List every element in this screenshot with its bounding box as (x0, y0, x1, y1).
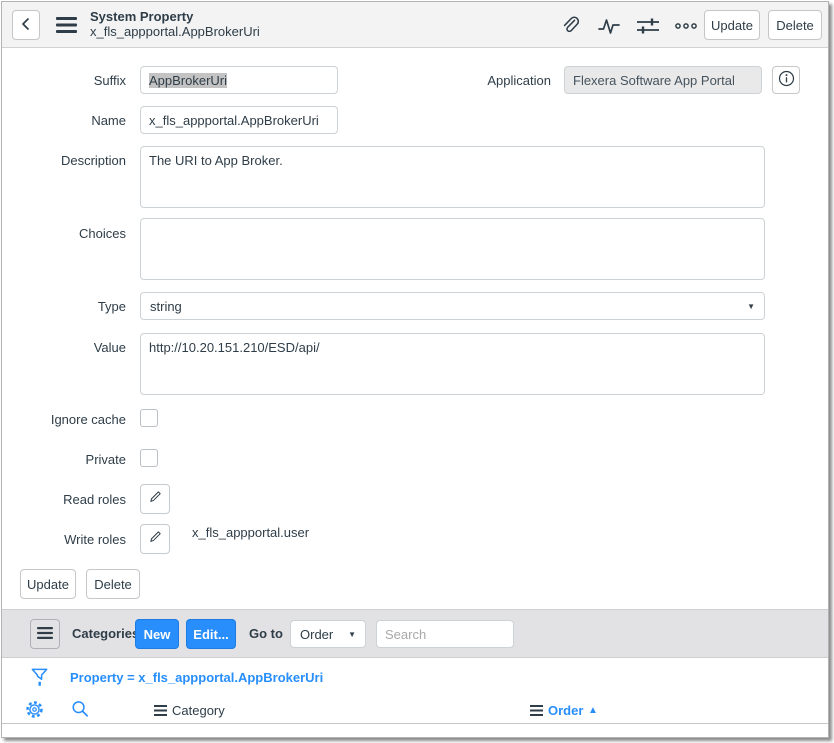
form-context-menu-icon[interactable] (56, 16, 78, 34)
suffix-selected-text: AppBrokerUri (149, 73, 227, 88)
goto-label: Go to (249, 626, 283, 641)
new-button[interactable]: New (135, 619, 179, 649)
column-header-category[interactable]: Category (172, 703, 225, 718)
ignore-cache-checkbox[interactable] (140, 409, 158, 427)
delete-button-header[interactable]: Delete (768, 10, 822, 40)
category-column-menu-icon[interactable] (154, 705, 167, 716)
type-selected-value: string (150, 299, 182, 314)
column-header-order[interactable]: Order (548, 703, 583, 718)
edit-button[interactable]: Edit... (186, 619, 236, 649)
goto-field-select[interactable]: Order ▼ (290, 620, 366, 648)
filter-breadcrumb[interactable]: Property = x_fls_appportal.AppBrokerUri (70, 670, 323, 685)
filter-row: Property = x_fls_appportal.AppBrokerUri (2, 659, 828, 696)
categories-list-header: Categories New Edit... Go to Order ▼ (2, 609, 828, 658)
dropdown-arrow-icon: ▼ (348, 630, 356, 639)
goto-selected-value: Order (300, 627, 333, 642)
choices-textarea[interactable] (140, 218, 765, 280)
write-roles-label: Write roles (2, 532, 126, 547)
filter-funnel-icon[interactable] (29, 666, 50, 688)
attachment-icon[interactable] (558, 14, 581, 37)
personalize-form-icon[interactable] (635, 16, 661, 36)
update-button-footer[interactable]: Update (20, 569, 76, 599)
ignore-cache-label: Ignore cache (2, 412, 126, 427)
delete-button-footer[interactable]: Delete (86, 569, 140, 599)
gear-icon[interactable] (24, 699, 45, 720)
page-title: System Property (90, 9, 260, 24)
related-list-title: Categories (72, 626, 139, 641)
form-header-bar: System Property x_fls_appportal.AppBroke… (2, 2, 828, 48)
application-label: Application (427, 73, 551, 88)
type-label: Type (2, 299, 126, 314)
app-window: System Property x_fls_appportal.AppBroke… (1, 1, 829, 738)
name-label: Name (2, 113, 126, 128)
application-reference-button[interactable] (772, 66, 800, 94)
search-icon[interactable] (70, 699, 91, 720)
update-button-header[interactable]: Update (704, 10, 760, 40)
read-roles-label: Read roles (2, 492, 126, 507)
write-roles-value: x_fls_appportal.user (192, 525, 309, 540)
more-options-icon[interactable] (674, 21, 698, 31)
record-subtitle: x_fls_appportal.AppBrokerUri (90, 24, 260, 39)
activity-stream-icon[interactable] (596, 16, 622, 36)
application-input: Flexera Software App Portal (564, 66, 762, 94)
order-column-menu-icon[interactable] (530, 705, 543, 716)
pencil-icon (148, 489, 163, 509)
description-textarea[interactable]: The URI to App Broker. (140, 146, 765, 208)
description-label: Description (2, 153, 126, 168)
sort-ascending-icon: ▲ (588, 705, 598, 716)
value-label: Value (2, 340, 126, 355)
back-button[interactable] (12, 10, 40, 40)
hamburger-icon (37, 627, 53, 642)
pencil-icon (148, 529, 163, 549)
read-roles-edit-button[interactable] (140, 484, 170, 514)
dropdown-arrow-icon: ▼ (747, 302, 755, 311)
name-input[interactable] (140, 106, 338, 134)
choices-label: Choices (2, 226, 126, 241)
list-search-input[interactable] (376, 620, 514, 648)
list-column-header-row: Category Order ▲ (2, 696, 828, 724)
application-value: Flexera Software App Portal (573, 73, 735, 88)
write-roles-edit-button[interactable] (140, 524, 170, 554)
suffix-input[interactable]: AppBrokerUri (140, 66, 338, 94)
list-context-menu-button[interactable] (30, 619, 60, 649)
chevron-left-icon (19, 17, 33, 34)
private-label: Private (2, 452, 126, 467)
private-checkbox[interactable] (140, 449, 158, 467)
type-select[interactable]: string ▼ (140, 292, 765, 320)
suffix-label: Suffix (2, 73, 126, 88)
value-textarea[interactable]: http://10.20.151.210/ESD/api/ (140, 333, 765, 395)
info-icon (778, 70, 795, 90)
